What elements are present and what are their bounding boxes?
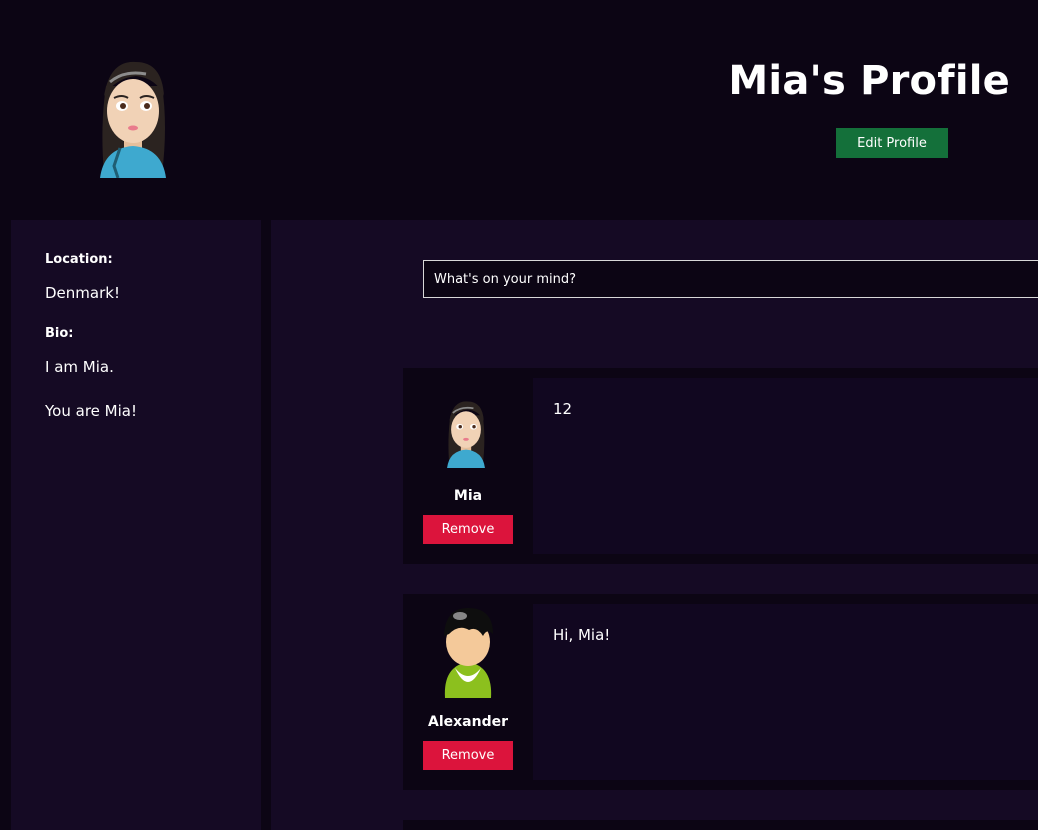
post-author: Mia Remove (403, 368, 533, 564)
profile-avatar-icon (100, 61, 166, 178)
profile-sidebar: Location: Denmark! Bio: I am Mia. You ar… (11, 220, 261, 830)
edit-profile-button[interactable]: Edit Profile (836, 128, 948, 158)
girl-avatar-icon (447, 401, 485, 468)
post-body: Hi, Mia! (533, 604, 1038, 780)
remove-post-button[interactable]: Remove (423, 515, 513, 544)
user-avatar-icon (444, 608, 493, 698)
feed-panel: Mia Remove 12 Alexander Remove Hi, Mia! (271, 220, 1038, 830)
bio-label: Bio: (45, 326, 74, 341)
author-name[interactable]: Alexander (403, 714, 533, 730)
remove-post-button[interactable]: Remove (423, 741, 513, 770)
post-input[interactable] (423, 260, 1038, 298)
page-title: Mia's Profile (728, 58, 1010, 104)
bio-line: I am Mia. (45, 358, 114, 376)
location-label: Location: (45, 252, 113, 267)
post-card: Mia Remove 12 (403, 368, 1038, 564)
post-body: 12 (533, 378, 1038, 554)
post-card: Alexander Remove Hi, Mia! (403, 594, 1038, 790)
bio-line: You are Mia! (45, 402, 137, 420)
author-name[interactable]: Mia (403, 488, 533, 504)
post-text: Hi, Mia! (553, 626, 611, 644)
profile-header: Mia's Profile Edit Profile (0, 0, 1038, 220)
post-text: 12 (553, 400, 573, 418)
post-author: Alexander Remove (403, 594, 533, 790)
post-card (403, 820, 1038, 830)
location-value: Denmark! (45, 284, 120, 302)
